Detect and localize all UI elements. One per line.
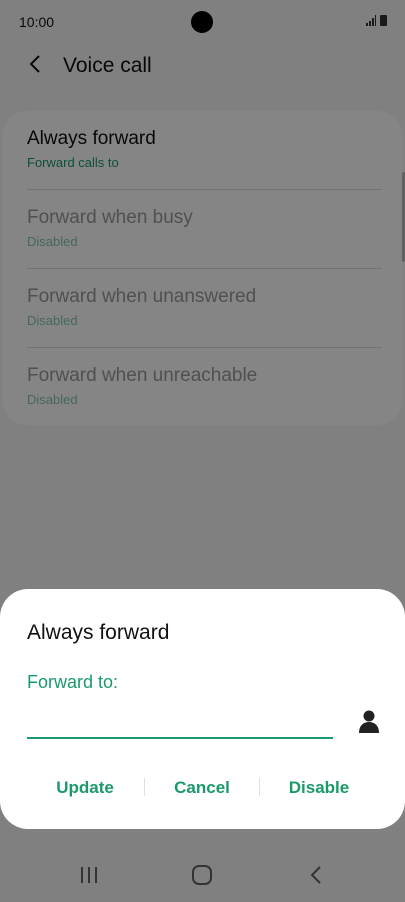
cancel-button[interactable]: Cancel <box>145 773 259 803</box>
back-icon[interactable] <box>296 860 336 890</box>
disable-button[interactable]: Disable <box>260 773 378 803</box>
navigation-bar <box>0 846 405 902</box>
dialog-title: Always forward <box>27 621 170 644</box>
home-icon[interactable] <box>182 860 222 890</box>
recent-apps-icon[interactable] <box>69 860 109 890</box>
always-forward-dialog: Always forward Forward to: Update Cancel… <box>0 589 405 829</box>
contact-person-icon[interactable] <box>358 709 380 733</box>
forward-number-input[interactable] <box>27 705 333 739</box>
update-button[interactable]: Update <box>27 773 143 803</box>
forward-to-label: Forward to: <box>27 672 119 692</box>
